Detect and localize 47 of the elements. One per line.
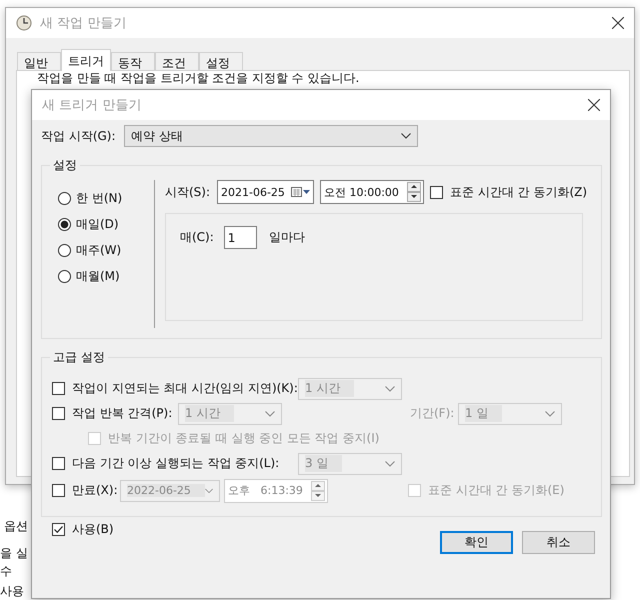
chevron-down-icon (545, 410, 555, 416)
timezone-checkbox[interactable]: 표준 시간대 간 동기화(Z) (430, 184, 588, 200)
tab[interactable]: 트리거 (61, 49, 111, 71)
unit-label: 일마다 (268, 229, 305, 246)
expire-time-spinner[interactable]: 오후 6:13:39 (224, 478, 328, 502)
chevron-down-icon (385, 460, 395, 466)
list-text: 을 실 (0, 545, 28, 562)
begin-label: 작업 시작(G): (41, 128, 117, 144)
list-text: 사용 (0, 583, 24, 600)
tab[interactable]: 설정 (199, 52, 243, 70)
chevron-down-icon (401, 133, 411, 139)
dialog-title: 새 트리거 만들기 (42, 97, 142, 114)
delay-checkbox[interactable]: 작업이 지연되는 최대 시간(임의 지연)(K): (52, 380, 298, 397)
clock-icon (16, 15, 32, 31)
check-icon (53, 524, 64, 535)
start-label: 시작(S): (165, 184, 211, 200)
expire-checkbox[interactable]: 만료(X): (52, 482, 120, 499)
tab[interactable]: 동작 (111, 52, 155, 70)
radio-option[interactable]: 한 번(N) (58, 190, 154, 207)
close-icon[interactable] (588, 99, 600, 111)
recur-label: 매(C): (180, 229, 214, 246)
date-picker[interactable]: 2021-06-25 (217, 180, 314, 204)
tab[interactable]: 조건 (155, 52, 199, 70)
duration-label: 기간(F): (410, 405, 456, 422)
calendar-icon (291, 186, 311, 198)
radio-option[interactable]: 매일(D) (58, 216, 154, 233)
enabled-checkbox[interactable]: 사용(B) (52, 521, 114, 538)
group-legend: 설정 (50, 157, 80, 174)
radio-option[interactable]: 매주(W) (58, 242, 154, 259)
list-text: 수 (0, 563, 12, 580)
begin-dropdown[interactable]: 예약 상태 (124, 125, 418, 147)
chevron-down-icon (265, 410, 275, 416)
stop-checkbox[interactable]: 다음 기간 이상 실행되는 작업 중지(L): (52, 455, 298, 472)
repeat-checkbox[interactable]: 작업 반복 간격(P): (52, 405, 178, 422)
recur-field[interactable]: 1 (224, 226, 257, 249)
list-text: 옵션 (4, 518, 28, 535)
window-title: 새 작업 만들기 (40, 15, 126, 32)
radio-option[interactable]: 매월(M) (58, 268, 154, 285)
description-text: 작업을 만들 때 작업을 트리거할 조건을 지정할 수 있습니다. (37, 71, 360, 85)
dialog-button[interactable]: 확인 (440, 531, 513, 554)
close-icon[interactable] (612, 17, 624, 29)
chevron-down-icon (385, 386, 395, 392)
group-legend: 고급 설정 (50, 349, 108, 366)
dialog-button[interactable]: 취소 (522, 531, 595, 554)
chevron-down-icon (204, 488, 213, 494)
tab[interactable]: 일반 (17, 52, 61, 70)
time-spinner[interactable]: 오전 10:00:00 (320, 180, 424, 204)
